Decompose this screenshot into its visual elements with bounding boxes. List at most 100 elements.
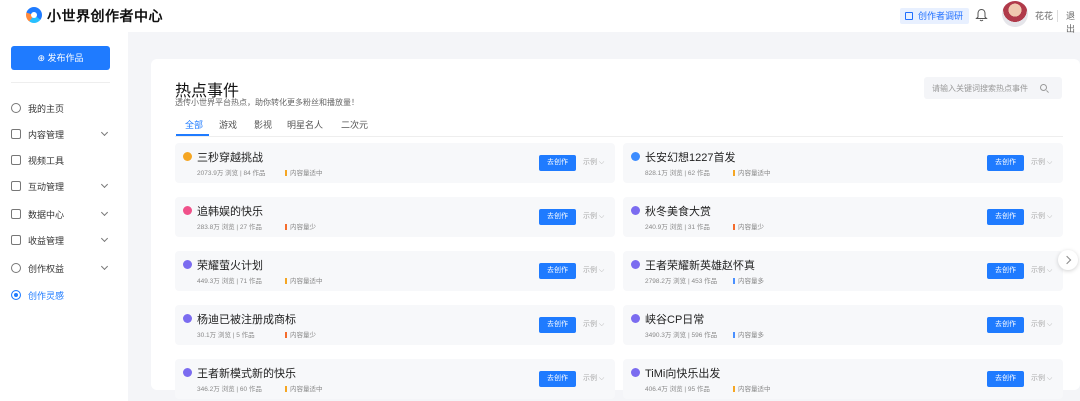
tab[interactable]: 游戏 [219,118,237,131]
next-page-button[interactable] [1058,250,1078,270]
event-card[interactable]: 秋冬美食大赏 240.9万 浏览 | 31 作品 内容量少 去创作 示例 ⌵ [623,197,1063,237]
go-create-button[interactable]: 去创作 [987,209,1024,225]
event-card[interactable]: 峡谷CP日常 3490.3万 浏览 | 596 作品 内容量多 去创作 示例 ⌵ [623,305,1063,345]
example-dropdown[interactable]: 示例 ⌵ [1031,265,1052,275]
go-create-button[interactable]: 去创作 [539,371,576,387]
tab[interactable]: 明星名人 [287,118,323,131]
event-stats: 346.2万 浏览 | 60 作品 [197,386,262,393]
event-icon [183,260,192,269]
event-stats: 3490.3万 浏览 | 596 作品 [645,332,718,339]
content-level: 内容量多 [733,329,764,339]
tab[interactable]: 全部 [185,118,203,131]
event-title[interactable]: 秋冬美食大赏 [645,203,711,219]
sidebar-item-label: 互动管理 [28,182,65,192]
example-dropdown[interactable]: 示例 ⌵ [583,265,604,275]
event-title[interactable]: 追韩娱的快乐 [197,203,263,219]
example-dropdown[interactable]: 示例 ⌵ [1031,157,1052,167]
event-icon [183,368,192,377]
search-icon[interactable] [1040,84,1047,91]
chevron-down-icon[interactable] [100,234,109,243]
logout-link[interactable]: 退出 [1066,9,1080,35]
go-create-button[interactable]: 去创作 [539,317,576,333]
divider [11,82,110,83]
event-title[interactable]: 长安幻想1227首发 [645,149,735,165]
event-title[interactable]: 三秒穿越挑战 [197,149,263,165]
go-create-button[interactable]: 去创作 [987,317,1024,333]
content-level-label: 内容量多 [738,332,764,339]
sidebar-item-label: 创作权益 [28,264,65,274]
hot-events-card: 热点事件 透传小世界平台热点，助你转化更多粉丝和播放量！ 全部游戏影视明星名人二… [151,59,1080,399]
sidebar-item[interactable]: 视频工具 [0,148,128,172]
go-create-button[interactable]: 去创作 [539,263,576,279]
survey-button[interactable]: 创作者调研 [900,8,970,24]
event-title[interactable]: 峡谷CP日常 [645,311,704,327]
event-card[interactable]: 追韩娱的快乐 283.8万 浏览 | 27 作品 内容量少 去创作 示例 ⌵ [175,197,615,237]
rights-icon [11,263,21,273]
go-create-button[interactable]: 去创作 [987,263,1024,279]
event-title[interactable]: 王者新模式新的快乐 [197,365,296,381]
tab[interactable]: 影视 [254,118,272,131]
income-icon [11,235,21,245]
bell-icon[interactable] [975,8,988,22]
event-card[interactable]: 王者荣耀新英雄赵怀真 2798.2万 浏览 | 453 作品 内容量多 去创作 示例 ⌵ [623,251,1063,291]
content-level: 内容量适中 [285,167,323,177]
chevron-down-icon[interactable] [100,180,109,189]
sidebar-item-label: 数据中心 [28,210,65,220]
level-bar-icon [285,386,287,392]
brand-title[interactable]: 小世界创作者中心 [47,6,163,26]
logo-icon[interactable] [26,7,42,23]
example-dropdown[interactable]: 示例 ⌵ [1031,319,1052,329]
sidebar-item-label: 我的主页 [28,104,65,114]
level-bar-icon [733,278,735,284]
sidebar-item[interactable]: 数据中心 [0,202,128,226]
go-create-button[interactable]: 去创作 [539,209,576,225]
chevron-down-icon[interactable] [100,208,109,217]
example-dropdown[interactable]: 示例 ⌵ [583,211,604,221]
sidebar-item[interactable]: 收益管理 [0,228,128,252]
example-dropdown[interactable]: 示例 ⌵ [583,157,604,167]
event-card[interactable]: 荣耀萤火计划 449.3万 浏览 | 71 作品 内容量适中 去创作 示例 ⌵ [175,251,615,291]
content-level: 内容量适中 [285,383,323,393]
sidebar-item[interactable]: 创作灵感 [0,283,128,307]
inspiration-icon [11,290,21,300]
event-card[interactable]: 三秒穿越挑战 2073.9万 浏览 | 84 作品 内容量适中 去创作 示例 ⌵ [175,143,615,183]
example-dropdown[interactable]: 示例 ⌵ [583,319,604,329]
level-bar-icon [285,332,287,338]
user-name[interactable]: 花花 [1035,9,1053,22]
publish-button[interactable]: ⊕ 发布作品 [11,46,110,70]
go-create-button[interactable]: 去创作 [539,155,576,171]
content-level: 内容量适中 [285,275,323,285]
event-card[interactable]: 杨迪已被注册成商标 30.1万 浏览 | 5 作品 内容量少 去创作 示例 ⌵ [175,305,615,345]
event-title[interactable]: 荣耀萤火计划 [197,257,263,273]
event-card[interactable]: TiMi向快乐出发 406.4万 浏览 | 95 作品 内容量适中 去创作 示例 ⌵ [623,359,1063,399]
event-title[interactable]: 王者荣耀新英雄赵怀真 [645,257,755,273]
level-bar-icon [733,332,735,338]
event-card[interactable]: 长安幻想1227首发 828.1万 浏览 | 62 作品 内容量适中 去创作 示例 ⌵ [623,143,1063,183]
tab[interactable]: 二次元 [341,118,368,131]
sidebar-item[interactable]: 互动管理 [0,174,128,198]
level-bar-icon [733,170,735,176]
example-dropdown[interactable]: 示例 ⌵ [1031,211,1052,221]
example-dropdown[interactable]: 示例 ⌵ [583,373,604,383]
avatar[interactable] [1002,1,1028,27]
survey-label: 创作者调研 [918,11,964,21]
sidebar-item-label: 收益管理 [28,236,65,246]
content-level: 内容量适中 [733,167,771,177]
go-create-button[interactable]: 去创作 [987,155,1024,171]
content-level: 内容量少 [733,221,764,231]
video-tool-icon [11,155,21,165]
example-dropdown[interactable]: 示例 ⌵ [1031,373,1052,383]
chevron-down-icon[interactable] [100,262,109,271]
content-level: 内容量少 [285,329,316,339]
sidebar-item[interactable]: 创作权益 [0,256,128,280]
home-icon [11,103,21,113]
chevron-down-icon[interactable] [100,128,109,137]
go-create-button[interactable]: 去创作 [987,371,1024,387]
event-stats: 283.8万 浏览 | 27 作品 [197,224,262,231]
sidebar-item[interactable]: 我的主页 [0,96,128,120]
event-card[interactable]: 王者新模式新的快乐 346.2万 浏览 | 60 作品 内容量适中 去创作 示例 ⌵ [175,359,615,399]
event-title[interactable]: 杨迪已被注册成商标 [197,311,296,327]
event-title[interactable]: TiMi向快乐出发 [645,365,720,381]
sidebar-item[interactable]: 内容管理 [0,122,128,146]
content-level-label: 内容量适中 [738,170,771,177]
